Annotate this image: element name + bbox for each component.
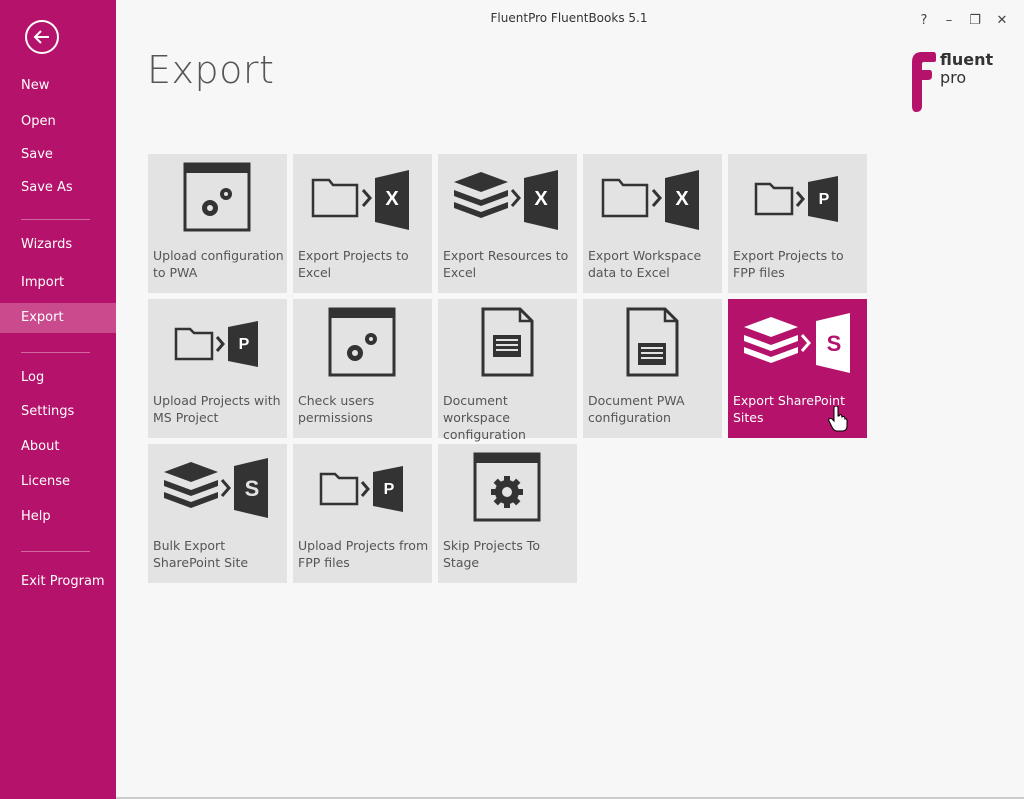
sidebar-item-about[interactable]: About (0, 432, 116, 462)
tile-upload-configuration-to-pwa[interactable]: Upload configuration to PWA (148, 154, 287, 293)
tile-label: Export Workspace data to Excel (588, 248, 702, 280)
tile-check-users-permissions[interactable]: Check users permissions (293, 299, 432, 438)
svg-text:P: P (819, 191, 830, 208)
tile-label: Document workspace configuration (443, 393, 526, 442)
svg-text:P: P (239, 336, 250, 353)
window-gears-icon (328, 307, 396, 377)
tile-label: Check users permissions (298, 393, 375, 425)
folder-to-project-icon: P (174, 321, 258, 367)
tile-document-pwa-configuration[interactable]: Document PWA configuration (583, 299, 722, 438)
logo-text-pro: pro (940, 68, 967, 87)
restore-button[interactable]: ❐ (965, 11, 985, 31)
help-button[interactable]: ? (914, 11, 934, 31)
svg-text:S: S (827, 331, 842, 356)
document-icon (481, 307, 534, 377)
sidebar-item-settings[interactable]: Settings (0, 397, 116, 427)
sidebar-item-log[interactable]: Log (0, 363, 116, 393)
tile-bulk-export-sharepoint-site[interactable]: S Bulk Export SharePoint Site (148, 444, 287, 583)
tile-label: Bulk Export SharePoint Site (153, 538, 249, 570)
sidebar-item-exit-program[interactable]: Exit Program (0, 567, 116, 597)
page-title: Export (147, 48, 275, 92)
folder-to-project-icon: P (754, 176, 838, 222)
sidebar-item-help[interactable]: Help (0, 502, 116, 532)
window-gears-icon (183, 162, 251, 232)
tile-label: Upload Projects with MS Project (153, 393, 281, 425)
tile-export-workspace-data-to-excel[interactable]: X Export Workspace data to Excel (583, 154, 722, 293)
svg-text:P: P (384, 481, 395, 498)
tile-label: Upload configuration to PWA (153, 248, 284, 280)
svg-text:X: X (534, 188, 548, 210)
sidebar-divider (21, 219, 90, 220)
sidebar-item-import[interactable]: Import (0, 268, 116, 298)
tile-export-projects-to-excel[interactable]: X Export Projects to Excel (293, 154, 432, 293)
sidebar-item-license[interactable]: License (0, 467, 116, 497)
svg-text:X: X (385, 188, 399, 210)
window-gear-icon (473, 452, 541, 522)
sidebar: New Open Save Save As Wizards Import Exp… (0, 0, 116, 799)
folder-to-excel-icon: X (311, 170, 409, 230)
sidebar-item-save-as[interactable]: Save As (0, 173, 116, 203)
arrow-left-icon (33, 30, 49, 44)
close-button[interactable]: ✕ (992, 11, 1012, 31)
folder-to-project-icon: P (319, 466, 403, 512)
logo-text-fluent: fluent (940, 50, 994, 69)
tile-document-workspace-configuration[interactable]: Document workspace configuration (438, 299, 577, 442)
sidebar-divider (21, 352, 90, 353)
hand-cursor-icon (828, 406, 848, 432)
minimize-button[interactable]: – (939, 11, 959, 31)
title-bar: FluentPro FluentBooks 5.1 (116, 0, 1024, 40)
tile-label: Skip Projects To Stage (443, 538, 540, 570)
tile-label: Document PWA configuration (588, 393, 685, 425)
sidebar-item-save[interactable]: Save (0, 140, 116, 170)
svg-text:S: S (245, 476, 260, 501)
tile-label: Export Projects to Excel (298, 248, 409, 280)
layers-to-sharepoint-icon: S (164, 458, 268, 518)
sidebar-item-open[interactable]: Open (0, 107, 116, 137)
layers-to-excel-icon: X (454, 170, 558, 230)
app-title: FluentPro FluentBooks 5.1 (490, 11, 648, 25)
tile-skip-projects-to-stage[interactable]: Skip Projects To Stage (438, 444, 577, 583)
document-icon (626, 307, 679, 377)
tile-export-resources-to-excel[interactable]: X Export Resources to Excel (438, 154, 577, 293)
tile-export-projects-to-fpp-files[interactable]: P Export Projects to FPP files (728, 154, 867, 293)
tile-upload-projects-with-ms-project[interactable]: P Upload Projects with MS Project (148, 299, 287, 438)
svg-text:X: X (675, 188, 689, 210)
sidebar-item-new[interactable]: New (0, 71, 116, 101)
sidebar-item-wizards[interactable]: Wizards (0, 230, 116, 260)
tile-label: Export Projects to FPP files (733, 248, 844, 280)
back-button[interactable] (25, 20, 59, 54)
sidebar-divider (21, 551, 90, 552)
layers-to-sharepoint-icon: S (744, 313, 850, 373)
tile-upload-projects-from-fpp-files[interactable]: P Upload Projects from FPP files (293, 444, 432, 583)
tile-label: Export Resources to Excel (443, 248, 569, 280)
tile-label: Upload Projects from FPP files (298, 538, 429, 570)
sidebar-item-export[interactable]: Export (0, 303, 116, 333)
fluentpro-logo: fluent pro (906, 50, 994, 112)
folder-to-excel-icon: X (601, 170, 699, 230)
